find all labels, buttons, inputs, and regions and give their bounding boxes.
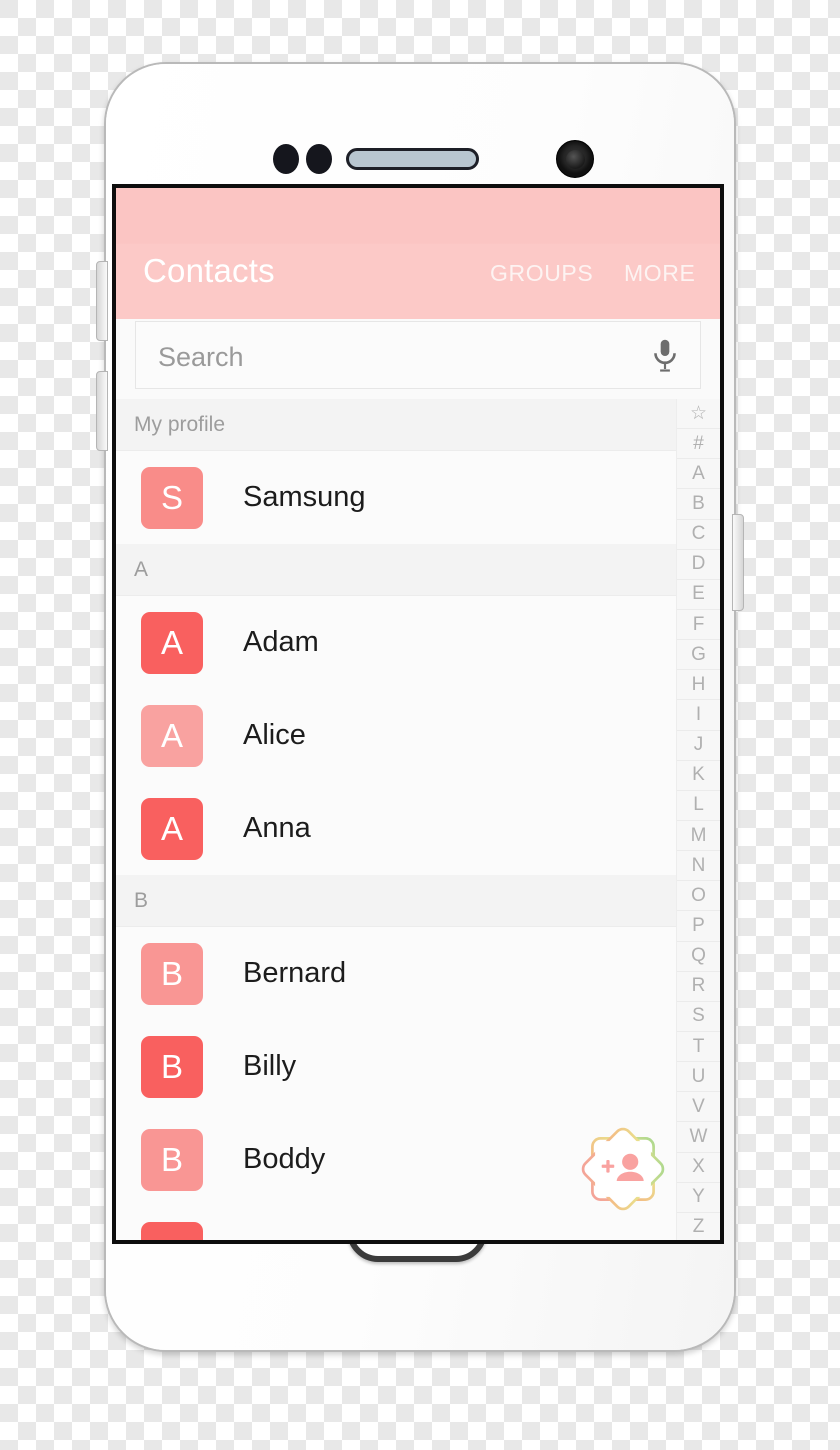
index-item-y[interactable]: Y (677, 1183, 720, 1213)
index-item-star[interactable]: ☆ (677, 399, 720, 430)
index-item-x[interactable]: X (677, 1153, 720, 1183)
section-header: B (116, 875, 676, 927)
power-button[interactable] (732, 514, 744, 611)
index-item-h[interactable]: H (677, 670, 720, 701)
index-item-n[interactable]: N (677, 851, 720, 882)
contact-row[interactable]: A Adam (116, 596, 676, 689)
contact-row[interactable]: S Samsung (116, 451, 676, 544)
avatar: B (141, 1128, 203, 1191)
avatar: A (141, 611, 203, 674)
index-item-w[interactable]: W (677, 1122, 720, 1153)
index-item-t[interactable]: T (677, 1032, 720, 1063)
alphabet-index-strip[interactable]: ☆ # A B C D E F G H I J K L M N O P Q R S T U V W X Y Z (676, 399, 720, 1240)
contact-row[interactable]: A Anna (116, 782, 676, 875)
more-tab[interactable]: MORE (624, 260, 695, 287)
page-title: Contacts (143, 252, 275, 289)
contact-list[interactable]: My profile S Samsung A A Adam A Alice A Anna B B Ber… (116, 399, 676, 1240)
contact-name: Anna (243, 812, 311, 844)
contact-name: Alice (243, 719, 306, 751)
section-header-label: My profile (134, 412, 226, 436)
index-item-u[interactable]: U (677, 1062, 720, 1093)
search-input[interactable]: Search (135, 321, 701, 389)
index-item-i[interactable]: I (677, 700, 720, 731)
app-bar: Contacts GROUPS MORE (116, 188, 720, 319)
section-header: My profile (116, 399, 676, 451)
avatar: A (141, 704, 203, 767)
contact-name: Bernard (243, 957, 347, 989)
search-bar-container: Search (116, 321, 720, 399)
index-item-d[interactable]: D (677, 550, 720, 580)
starburst-shape (581, 1127, 665, 1211)
earpiece-speaker-icon (346, 148, 479, 170)
contact-row[interactable]: B Bernard (116, 927, 676, 1020)
avatar: B (141, 1221, 203, 1240)
light-sensor-icon (306, 144, 332, 174)
volume-up-button[interactable] (96, 261, 108, 341)
index-item-k[interactable]: K (677, 761, 720, 791)
index-item-s[interactable]: S (677, 1002, 720, 1032)
index-item-z[interactable]: Z (677, 1213, 720, 1240)
avatar: B (141, 1035, 203, 1098)
proximity-sensor-icon (273, 144, 299, 174)
index-item-b[interactable]: B (677, 489, 720, 520)
contact-name: Boddy (243, 1143, 326, 1175)
contacts-list-area: My profile S Samsung A A Adam A Alice A Anna B B Ber… (116, 399, 720, 1240)
index-item-f[interactable]: F (677, 610, 720, 641)
index-item-hash[interactable]: # (677, 429, 720, 460)
section-header: A (116, 544, 676, 596)
section-header-label: A (134, 557, 149, 581)
avatar: B (141, 942, 203, 1005)
search-placeholder: Search (158, 342, 244, 372)
index-item-o[interactable]: O (677, 881, 720, 912)
contact-name: Samsung (243, 481, 366, 513)
index-item-a[interactable]: A (677, 459, 720, 490)
index-item-m[interactable]: M (677, 821, 720, 852)
volume-down-button[interactable] (96, 371, 108, 451)
index-item-q[interactable]: Q (677, 942, 720, 972)
contact-name: B (243, 1236, 262, 1240)
front-camera-icon (556, 140, 594, 178)
microphone-icon[interactable] (652, 338, 678, 374)
index-item-e[interactable]: E (677, 580, 720, 610)
contact-row[interactable]: A Alice (116, 689, 676, 782)
index-item-p[interactable]: P (677, 911, 720, 942)
index-item-c[interactable]: C (677, 520, 720, 550)
phone-screen: Contacts GROUPS MORE Search My profile S S… (112, 184, 724, 1244)
contact-name: Billy (243, 1050, 297, 1082)
section-header-label: B (134, 888, 149, 912)
index-item-j[interactable]: J (677, 731, 720, 761)
contact-name: Adam (243, 626, 319, 658)
add-contact-button[interactable] (578, 1124, 668, 1214)
avatar: S (141, 466, 203, 529)
index-item-l[interactable]: L (677, 791, 720, 821)
avatar: A (141, 797, 203, 860)
contact-row[interactable]: B Billy (116, 1020, 676, 1113)
index-item-v[interactable]: V (677, 1092, 720, 1123)
groups-tab[interactable]: GROUPS (490, 260, 593, 287)
index-item-r[interactable]: R (677, 972, 720, 1002)
phone-device: Contacts GROUPS MORE Search My profile S S… (96, 62, 744, 1352)
index-item-g[interactable]: G (677, 640, 720, 671)
